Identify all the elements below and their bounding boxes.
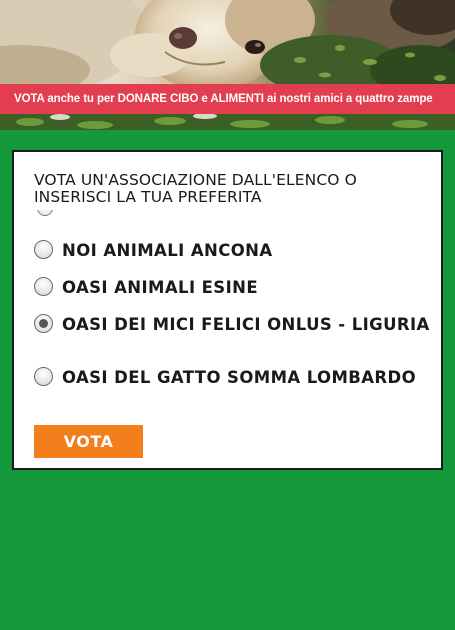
poll-card: VOTA UN'ASSOCIAZIONE DALL'ELENCO O INSER… [12, 150, 443, 470]
page: VOTA anche tu per DONARE CIBO e ALIMENTI… [0, 0, 455, 630]
poll-option-oasi-dei-mici-felici[interactable]: OASI DEI MICI FELICI ONLUS - LIGURIA [34, 314, 434, 333]
poll-option-oasi-del-gatto[interactable]: OASI DEL GATTO SOMMA LOMBARDO [34, 367, 434, 386]
header-photo: VOTA anche tu per DONARE CIBO e ALIMENTI… [0, 0, 455, 130]
poll-question: VOTA UN'ASSOCIAZIONE DALL'ELENCO O INSER… [34, 171, 357, 206]
poll-option-label: OASI ANIMALI ESINE [62, 278, 258, 297]
radio-button[interactable] [34, 277, 53, 296]
poll-option-noi-animali-ancona[interactable]: NOI ANIMALI ANCONA [34, 240, 434, 259]
poll-option-label: NOI ANIMALI ANCONA [62, 241, 273, 260]
radio-button[interactable] [34, 367, 53, 386]
poll-option-label: OASI DEI MICI FELICI ONLUS - LIGURIA [62, 315, 430, 334]
vote-button[interactable]: VOTA [34, 425, 143, 458]
radio-button[interactable] [34, 240, 53, 259]
clipped-radio-button[interactable] [37, 210, 53, 218]
radio-button-selected[interactable] [34, 314, 53, 333]
poll-option-label: OASI DEL GATTO SOMMA LOMBARDO [62, 368, 417, 387]
promo-banner: VOTA anche tu per DONARE CIBO e ALIMENTI… [0, 84, 455, 114]
poll-option-oasi-animali-esine[interactable]: OASI ANIMALI ESINE [34, 277, 434, 296]
